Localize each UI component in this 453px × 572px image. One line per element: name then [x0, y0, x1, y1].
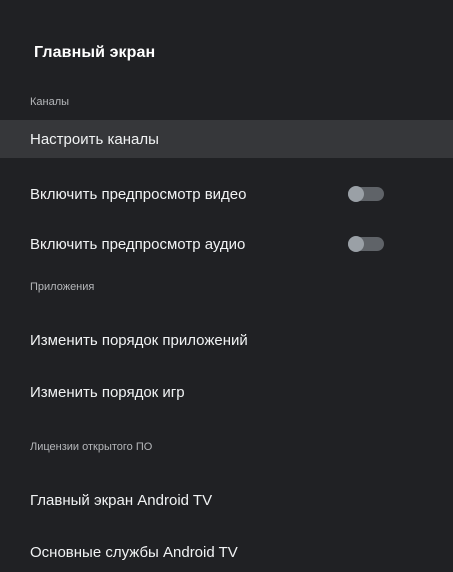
audio-preview-toggle-knob	[348, 236, 364, 252]
setup-channels-label: Настроить каналы	[30, 130, 159, 148]
home-android-tv-license-item[interactable]: Главный экран Android TV	[0, 481, 453, 519]
home-android-tv-label: Главный экран Android TV	[30, 491, 213, 509]
audio-preview-item[interactable]: Включить предпросмотр аудио	[0, 225, 453, 263]
section-header-channels: Каналы	[30, 96, 70, 108]
reorder-apps-item[interactable]: Изменить порядок приложений	[0, 321, 453, 359]
home-screen-settings-panel: Главный экран Каналы Настроить каналы Вк…	[0, 0, 453, 572]
setup-channels-item[interactable]: Настроить каналы	[0, 120, 453, 158]
page-title: Главный экран	[34, 44, 156, 61]
video-preview-item[interactable]: Включить предпросмотр видео	[0, 175, 453, 213]
section-header-apps: Приложения	[30, 281, 95, 293]
core-services-label: Основные службы Android TV	[30, 543, 238, 561]
reorder-apps-label: Изменить порядок приложений	[30, 331, 248, 349]
core-services-license-item[interactable]: Основные службы Android TV	[0, 533, 453, 571]
video-preview-toggle[interactable]	[348, 186, 384, 202]
reorder-games-label: Изменить порядок игр	[30, 383, 185, 401]
video-preview-label: Включить предпросмотр видео	[30, 185, 247, 203]
video-preview-toggle-knob	[348, 186, 364, 202]
audio-preview-toggle[interactable]	[348, 236, 384, 252]
reorder-games-item[interactable]: Изменить порядок игр	[0, 373, 453, 411]
audio-preview-label: Включить предпросмотр аудио	[30, 235, 246, 253]
section-header-licenses: Лицензии открытого ПО	[30, 441, 153, 453]
